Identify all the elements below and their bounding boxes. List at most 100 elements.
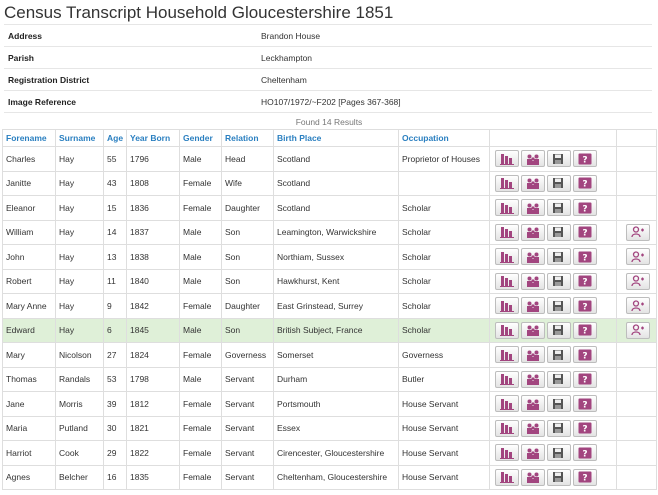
cell-forename: Edward	[2, 317, 56, 343]
cell-occupation[interactable]: Scholar	[398, 244, 490, 270]
help-question-button[interactable]: ?	[573, 468, 597, 486]
save-button[interactable]	[547, 321, 571, 339]
family-group-button[interactable]	[521, 272, 545, 290]
census-ledger-button[interactable]	[495, 199, 519, 217]
cell-born: 1821	[126, 415, 180, 441]
census-ledger-button[interactable]	[495, 395, 519, 413]
column-header-age[interactable]: Age	[103, 129, 127, 147]
person-link-button[interactable]	[626, 297, 650, 315]
census-ledger-button[interactable]	[495, 444, 519, 462]
cell-birthplace: Scotland	[273, 195, 399, 221]
family-group-button[interactable]	[521, 297, 545, 315]
cell-occupation[interactable]: Scholar	[398, 219, 490, 245]
row-extra	[616, 268, 657, 294]
help-question-button[interactable]: ?	[573, 150, 597, 168]
cell-occupation[interactable]: Proprietor of Houses	[398, 146, 490, 172]
family-group-button[interactable]	[521, 321, 545, 339]
census-ledger-button[interactable]	[495, 419, 519, 437]
cell-occupation[interactable]: Scholar	[398, 317, 490, 343]
census-ledger-button[interactable]	[495, 272, 519, 290]
row-actions: ?	[489, 366, 617, 392]
help-question-button[interactable]: ?	[573, 297, 597, 315]
svg-text:?: ?	[582, 278, 587, 288]
cell-relation: Servant	[221, 415, 274, 441]
column-header-relation[interactable]: Relation	[221, 129, 274, 147]
census-ledger-button[interactable]	[495, 174, 519, 192]
family-group-button[interactable]	[521, 444, 545, 462]
column-header-forename[interactable]: Forename	[2, 129, 56, 147]
save-button[interactable]	[547, 272, 571, 290]
save-button[interactable]	[547, 346, 571, 364]
save-button[interactable]	[547, 468, 571, 486]
save-button[interactable]	[547, 248, 571, 266]
help-question-button[interactable]: ?	[573, 444, 597, 462]
cell-occupation[interactable]: Governess	[398, 342, 490, 368]
help-question-button[interactable]: ?	[573, 346, 597, 364]
save-button[interactable]	[547, 444, 571, 462]
cell-occupation[interactable]: Scholar	[398, 293, 490, 319]
family-group-button[interactable]	[521, 370, 545, 388]
cell-gender: Female	[179, 464, 222, 490]
cell-relation: Servant	[221, 366, 274, 392]
save-button[interactable]	[547, 223, 571, 241]
cell-forename: William	[2, 219, 56, 245]
family-group-button[interactable]	[521, 395, 545, 413]
help-question-button[interactable]: ?	[573, 419, 597, 437]
row-actions: ?	[489, 342, 617, 368]
cell-occupation[interactable]: Scholar	[398, 195, 490, 221]
census-ledger-button[interactable]	[495, 370, 519, 388]
help-question-button[interactable]: ?	[573, 199, 597, 217]
person-link-button[interactable]	[626, 248, 650, 266]
family-group-button[interactable]	[521, 346, 545, 364]
save-button[interactable]	[547, 174, 571, 192]
person-link-button[interactable]	[626, 321, 650, 339]
help-question-button[interactable]: ?	[573, 174, 597, 192]
cell-occupation[interactable]: House Servant	[398, 464, 490, 490]
census-ledger-button[interactable]	[495, 223, 519, 241]
cell-born: 1812	[126, 391, 180, 417]
family-group-button[interactable]	[521, 150, 545, 168]
help-question-button[interactable]: ?	[573, 321, 597, 339]
cell-gender: Male	[179, 244, 222, 270]
family-group-button[interactable]	[521, 248, 545, 266]
save-button[interactable]	[547, 370, 571, 388]
results-count: Found 14 Results	[295, 117, 363, 127]
census-ledger-button[interactable]	[495, 468, 519, 486]
person-link-button[interactable]	[626, 223, 650, 241]
family-group-button[interactable]	[521, 468, 545, 486]
family-group-button[interactable]	[521, 199, 545, 217]
save-button[interactable]	[547, 419, 571, 437]
census-ledger-button[interactable]	[495, 346, 519, 364]
column-header-gender[interactable]: Gender	[179, 129, 222, 147]
cell-surname: Hay	[55, 268, 104, 294]
save-button[interactable]	[547, 297, 571, 315]
help-question-button[interactable]: ?	[573, 248, 597, 266]
column-header-occupation[interactable]: Occupation	[398, 129, 490, 147]
save-button[interactable]	[547, 395, 571, 413]
cell-occupation[interactable]: Butler	[398, 366, 490, 392]
cell-occupation[interactable]: Scholar	[398, 268, 490, 294]
save-button[interactable]	[547, 150, 571, 168]
save-button[interactable]	[547, 199, 571, 217]
help-question-button[interactable]: ?	[573, 272, 597, 290]
help-question-button[interactable]: ?	[573, 370, 597, 388]
column-header-year-born[interactable]: Year Born	[126, 129, 180, 147]
row-extra	[616, 415, 657, 441]
family-group-button[interactable]	[521, 174, 545, 192]
cell-occupation[interactable]: House Servant	[398, 415, 490, 441]
family-group-button[interactable]	[521, 419, 545, 437]
column-header-actions	[489, 129, 617, 147]
column-header-birth-place[interactable]: Birth Place	[273, 129, 399, 147]
census-ledger-button[interactable]	[495, 150, 519, 168]
cell-occupation[interactable]: House Servant	[398, 391, 490, 417]
census-ledger-button[interactable]	[495, 297, 519, 315]
help-question-button[interactable]: ?	[573, 223, 597, 241]
column-header-surname[interactable]: Surname	[55, 129, 104, 147]
cell-occupation[interactable]: House Servant	[398, 440, 490, 466]
family-group-button[interactable]	[521, 223, 545, 241]
svg-text:?: ?	[582, 155, 587, 165]
person-link-button[interactable]	[626, 272, 650, 290]
help-question-button[interactable]: ?	[573, 395, 597, 413]
census-ledger-button[interactable]	[495, 248, 519, 266]
census-ledger-button[interactable]	[495, 321, 519, 339]
